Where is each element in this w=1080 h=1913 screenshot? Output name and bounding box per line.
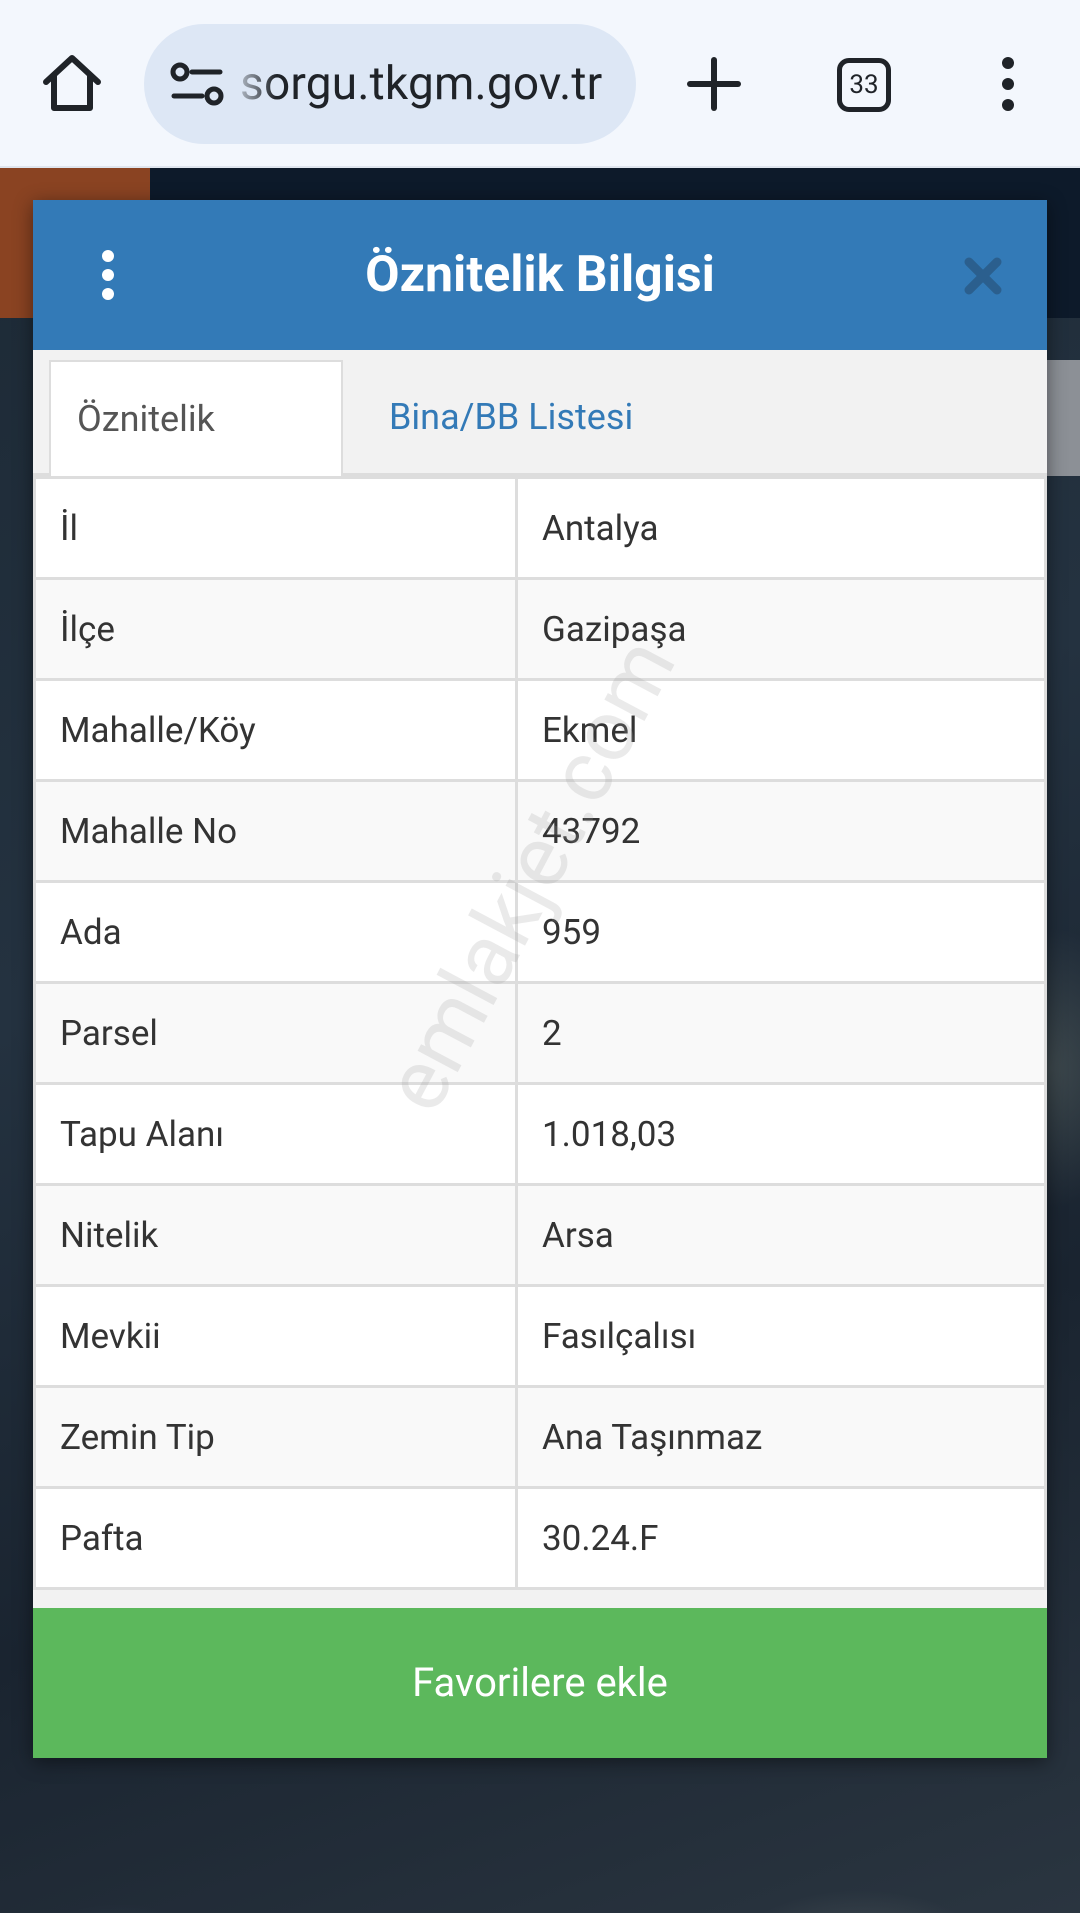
add-to-favorites-button[interactable]: Favorilere ekle: [33, 1608, 1047, 1758]
table-row: Mahalle No 43792: [33, 779, 1047, 883]
row-label: Mahalle/Köy: [33, 678, 518, 782]
row-label: Parsel: [33, 981, 518, 1085]
map-side-handle[interactable]: [1046, 360, 1080, 476]
row-value: Ekmel: [515, 678, 1047, 782]
row-label: Mahalle No: [33, 779, 518, 883]
row-label: Ada: [33, 880, 518, 984]
plus-icon[interactable]: [684, 54, 744, 114]
url-fade: [228, 24, 276, 144]
row-value: Antalya: [515, 476, 1047, 580]
more-vert-icon[interactable]: [93, 248, 123, 302]
table-row: Ada 959: [33, 880, 1047, 984]
url-text[interactable]: sorgu.tkgm.gov.tr: [240, 24, 602, 144]
row-value: 1.018,03: [515, 1082, 1047, 1186]
attribute-table: İl Antalya İlçe Gazipaşa Mahalle/Köy Ekm…: [33, 476, 1047, 1590]
row-value: 30.24.F: [515, 1486, 1047, 1590]
tune-icon[interactable]: [168, 60, 228, 108]
row-label: İl: [33, 476, 518, 580]
row-value: Ana Taşınmaz: [515, 1385, 1047, 1489]
row-label: İlçe: [33, 577, 518, 681]
table-row: Parsel 2: [33, 981, 1047, 1085]
home-icon[interactable]: [36, 48, 108, 120]
row-value: 959: [515, 880, 1047, 984]
table-row: Nitelik Arsa: [33, 1183, 1047, 1287]
table-row: Mevkii Fasılçalısı: [33, 1284, 1047, 1388]
close-icon[interactable]: [963, 256, 1003, 296]
row-value: Arsa: [515, 1183, 1047, 1287]
address-bar[interactable]: sorgu.tkgm.gov.tr: [144, 24, 636, 144]
tab-bina-bb-listesi[interactable]: Bina/BB Listesi: [363, 360, 659, 476]
tab-switcher-button[interactable]: 33: [837, 58, 891, 112]
tab-oznitelik-bilgisi[interactable]: Öznitelik Bilgisi: [49, 360, 343, 554]
table-row: Pafta 30.24.F: [33, 1486, 1047, 1590]
row-label: Mevkii: [33, 1284, 518, 1388]
dialog-title: Öznitelik Bilgisi: [365, 246, 715, 304]
row-label: Zemin Tip: [33, 1385, 518, 1489]
row-label: Pafta: [33, 1486, 518, 1590]
more-vert-icon[interactable]: [990, 54, 1026, 114]
table-row: Mahalle/Köy Ekmel: [33, 678, 1047, 782]
table-row: İlçe Gazipaşa: [33, 577, 1047, 681]
dialog-header: Öznitelik Bilgisi: [33, 200, 1047, 350]
table-row: Zemin Tip Ana Taşınmaz: [33, 1385, 1047, 1489]
table-row: İl Antalya: [33, 476, 1047, 580]
row-label: Tapu Alanı: [33, 1082, 518, 1186]
row-value: 2: [515, 981, 1047, 1085]
row-value: Fasılçalısı: [515, 1284, 1047, 1388]
table-row: Tapu Alanı 1.018,03: [33, 1082, 1047, 1186]
attribute-dialog: Öznitelik Bilgisi Öznitelik Bilgisi Bina…: [33, 200, 1047, 1758]
row-label: Nitelik: [33, 1183, 518, 1287]
browser-toolbar: sorgu.tkgm.gov.tr 33: [0, 0, 1080, 168]
row-value: Gazipaşa: [515, 577, 1047, 681]
row-value: 43792: [515, 779, 1047, 883]
